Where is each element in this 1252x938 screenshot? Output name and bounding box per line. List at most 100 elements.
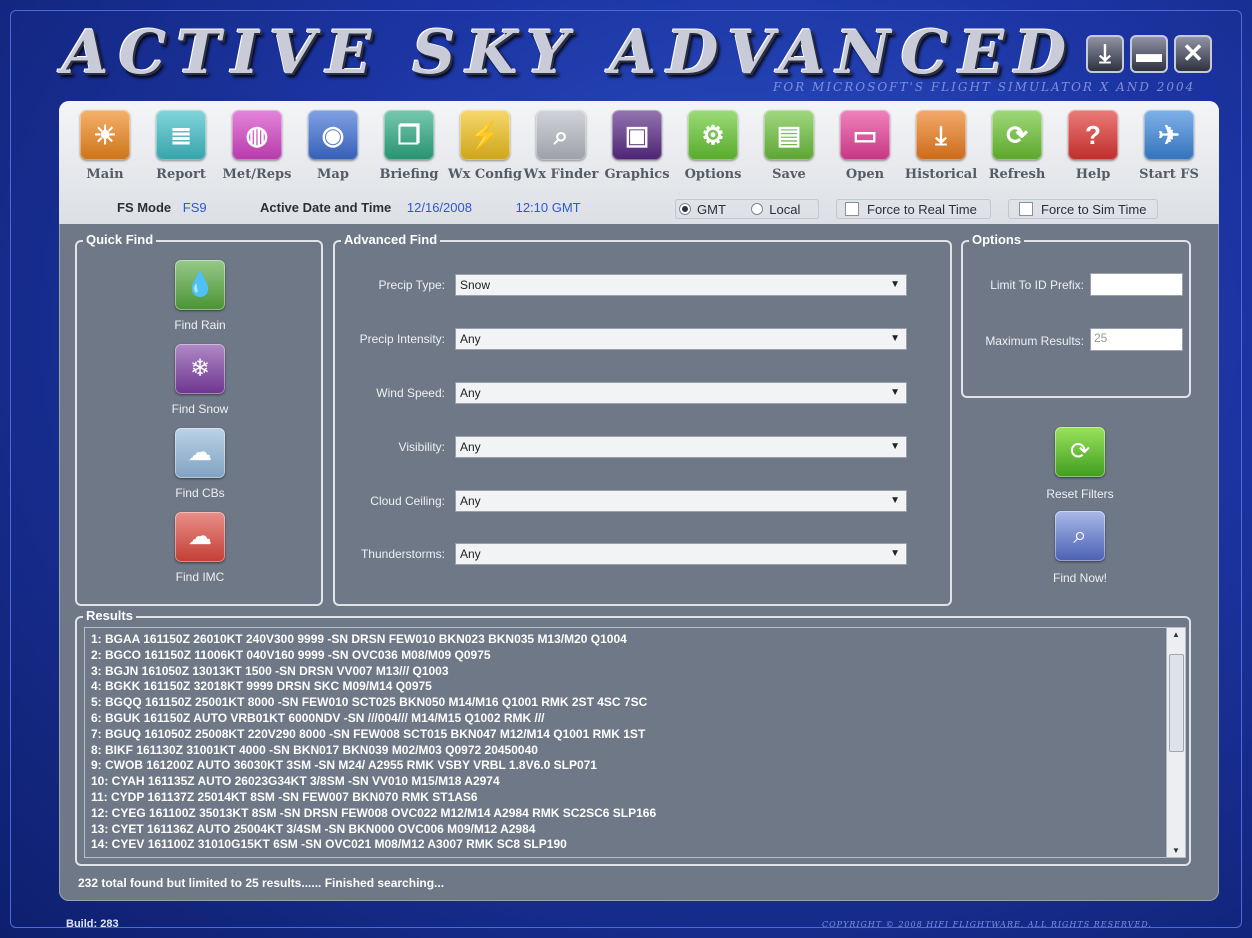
toolbar-button-help[interactable]: ? Help xyxy=(1055,110,1131,190)
layers-icon: ❐ xyxy=(384,110,434,160)
refresh-icon: ⟳ xyxy=(992,110,1042,160)
dropdown-arrow-icon: ▼ xyxy=(890,441,900,452)
dropdown-arrow-icon: ▼ xyxy=(890,279,900,290)
find-imc-button[interactable]: ☁ Find IMC xyxy=(77,512,323,584)
visibility-label: Visibility: xyxy=(398,440,445,454)
find-rain-button[interactable]: 💧 Find Rain xyxy=(77,260,323,332)
magnifier-icon: ⌕ xyxy=(536,110,586,160)
result-row[interactable]: 3: BGJN 161050Z 13013KT 1500 -SN DRSN VV… xyxy=(91,664,1161,680)
toolbar-label: Refresh xyxy=(988,167,1046,182)
results-scrollbar[interactable]: ▲ ▼ xyxy=(1166,628,1185,857)
lightning-icon: ⚡ xyxy=(460,110,510,160)
wind-speed-select[interactable]: Any ▼ xyxy=(455,382,907,404)
close-button[interactable]: ✕ xyxy=(1174,35,1212,73)
precip-intensity-select[interactable]: Any ▼ xyxy=(455,328,907,350)
earth-icon: ◉ xyxy=(308,110,358,160)
copyright-text: COPYRIGHT © 2008 HIFI FLIGHTWARE. ALL RI… xyxy=(822,920,1152,929)
result-row[interactable]: 8: BIKF 161130Z 31001KT 4000 -SN BKN017 … xyxy=(91,743,1161,759)
limit-prefix-input[interactable] xyxy=(1090,273,1183,296)
gmt-radio[interactable] xyxy=(679,203,691,215)
precip-type-select[interactable]: Snow ▼ xyxy=(455,274,907,296)
build-number: Build: 283 xyxy=(66,918,119,930)
toolbar-button-wx-config[interactable]: ⚡ Wx Config xyxy=(447,110,523,190)
toolbar-button-refresh[interactable]: ⟳ Refresh xyxy=(979,110,1055,190)
result-row[interactable]: 7: BGUQ 161050Z 25008KT 220V290 8000 -SN… xyxy=(91,727,1161,743)
visibility-value: Any xyxy=(460,440,481,454)
force-sim-time: Force to Sim Time xyxy=(1008,199,1158,219)
force-sim-time-checkbox[interactable] xyxy=(1019,202,1033,216)
monitor-icon: ▣ xyxy=(612,110,662,160)
find-imc-label: Find IMC xyxy=(175,570,225,584)
results-list: 1: BGAA 161150Z 26010KT 240V300 9999 -SN… xyxy=(91,632,1161,853)
search-status-message: 232 total found but limited to 25 result… xyxy=(78,876,445,890)
max-results-input[interactable]: 25 xyxy=(1090,328,1183,351)
toolbar-label: Briefing xyxy=(379,167,439,182)
quick-find-title: Quick Find xyxy=(83,232,157,247)
time-mode-group: GMT Local xyxy=(675,199,819,219)
toolbar-button-options[interactable]: ⚙ Options xyxy=(675,110,751,190)
toolbar-button-start-fs[interactable]: ✈ Start FS xyxy=(1131,110,1207,190)
find-snow-button[interactable]: ❄ Find Snow xyxy=(77,344,323,416)
visibility-select[interactable]: Any ▼ xyxy=(455,436,907,458)
fs-mode-label: FS Mode xyxy=(117,200,172,215)
force-real-time-checkbox[interactable] xyxy=(845,202,859,216)
advanced-find-group: Advanced Find Precip Type: Snow ▼ Precip … xyxy=(333,232,952,606)
scroll-down-icon[interactable]: ▼ xyxy=(1167,846,1185,855)
cloud-icon: ☁ xyxy=(175,428,225,478)
cloud-ceiling-label: Cloud Ceiling: xyxy=(370,494,445,508)
find-rain-label: Find Rain xyxy=(174,318,226,332)
result-row[interactable]: 4: BGKK 161150Z 32018KT 9999 DRSN SKC M0… xyxy=(91,679,1161,695)
fog-icon: ☁ xyxy=(175,512,225,562)
result-row[interactable]: 5: BGQQ 161150Z 25001KT 8000 -SN FEW010 … xyxy=(91,695,1161,711)
fs-mode-value: FS9 xyxy=(182,200,207,215)
result-row[interactable]: 14: CYEV 161100Z 31010G15KT 6SM -SN OVC0… xyxy=(91,837,1161,853)
find-cbs-button[interactable]: ☁ Find CBs xyxy=(77,428,323,500)
result-row[interactable]: 2: BGCO 161150Z 11006KT 040V160 9999 -SN… xyxy=(91,648,1161,664)
result-row[interactable]: 9: CWOB 161200Z AUTO 36030KT 3SM -SN M24… xyxy=(91,758,1161,774)
toolbar-button-save[interactable]: ▤ Save xyxy=(751,110,827,190)
minimize-button[interactable]: ▬ xyxy=(1130,35,1168,73)
toolbar-label: Wx Finder xyxy=(523,167,599,182)
toolbar-button-report[interactable]: ≣ Report xyxy=(143,110,219,190)
precip-type-value: Snow xyxy=(460,278,491,292)
magnifier-icon: ⌕ xyxy=(1055,511,1105,561)
limit-prefix-label: Limit To ID Prefix: xyxy=(990,278,1084,292)
toolbar-button-map[interactable]: ◉ Map xyxy=(295,110,371,190)
document-icon: ≣ xyxy=(156,110,206,160)
options-group: Options Limit To ID Prefix: Maximum Resu… xyxy=(961,232,1191,398)
result-row[interactable]: 13: CYET 161136Z AUTO 25004KT 3/4SM -SN … xyxy=(91,822,1161,838)
scrollbar-thumb[interactable] xyxy=(1169,654,1184,752)
result-row[interactable]: 12: CYEG 161100Z 35013KT 8SM -SN DRSN FE… xyxy=(91,806,1161,822)
thunderstorms-select[interactable]: Any ▼ xyxy=(455,543,907,565)
scroll-up-icon[interactable]: ▲ xyxy=(1167,630,1185,639)
cloud-ceiling-select[interactable]: Any ▼ xyxy=(455,490,907,512)
find-now-label: Find Now! xyxy=(1052,571,1108,585)
rain-icon: 💧 xyxy=(175,260,225,310)
download-button[interactable]: ⤓ xyxy=(1086,35,1124,73)
results-list-box[interactable]: 1: BGAA 161150Z 26010KT 240V300 9999 -SN… xyxy=(84,627,1186,858)
toolbar-label: Map xyxy=(317,167,349,182)
wind-speed-label: Wind Speed: xyxy=(376,386,445,400)
local-radio[interactable] xyxy=(751,203,764,215)
floppy-icon: ▤ xyxy=(764,110,814,160)
dropdown-arrow-icon: ▼ xyxy=(890,387,900,398)
reset-filters-button[interactable]: ⟳ Reset Filters xyxy=(1010,427,1150,501)
toolbar-button-historical[interactable]: ⤓ Historical xyxy=(903,110,979,190)
result-row[interactable]: 10: CYAH 161135Z AUTO 26023G34KT 3/8SM -… xyxy=(91,774,1161,790)
toolbar-button-wx-finder[interactable]: ⌕ Wx Finder xyxy=(523,110,599,190)
toolbar-button-graphics[interactable]: ▣ Graphics xyxy=(599,110,675,190)
advanced-find-title: Advanced Find xyxy=(341,232,441,247)
toolbar-button-main[interactable]: ☀ Main xyxy=(67,110,143,190)
results-title: Results xyxy=(83,608,136,623)
result-row[interactable]: 11: CYDP 161137Z 25014KT 8SM -SN FEW007 … xyxy=(91,790,1161,806)
find-snow-label: Find Snow xyxy=(171,402,229,416)
help-icon: ? xyxy=(1068,110,1118,160)
toolbar-button-met-reps[interactable]: ◍ Met/Reps xyxy=(219,110,295,190)
result-row[interactable]: 1: BGAA 161150Z 26010KT 240V300 9999 -SN… xyxy=(91,632,1161,648)
toolbar-button-open[interactable]: ▭ Open xyxy=(827,110,903,190)
toolbar-button-briefing[interactable]: ❐ Briefing xyxy=(371,110,447,190)
dropdown-arrow-icon: ▼ xyxy=(890,548,900,559)
toolbar-label: Wx Config xyxy=(448,167,522,182)
find-now-button[interactable]: ⌕ Find Now! xyxy=(1010,511,1150,585)
result-row[interactable]: 6: BGUK 161150Z AUTO VRB01KT 6000NDV -SN… xyxy=(91,711,1161,727)
